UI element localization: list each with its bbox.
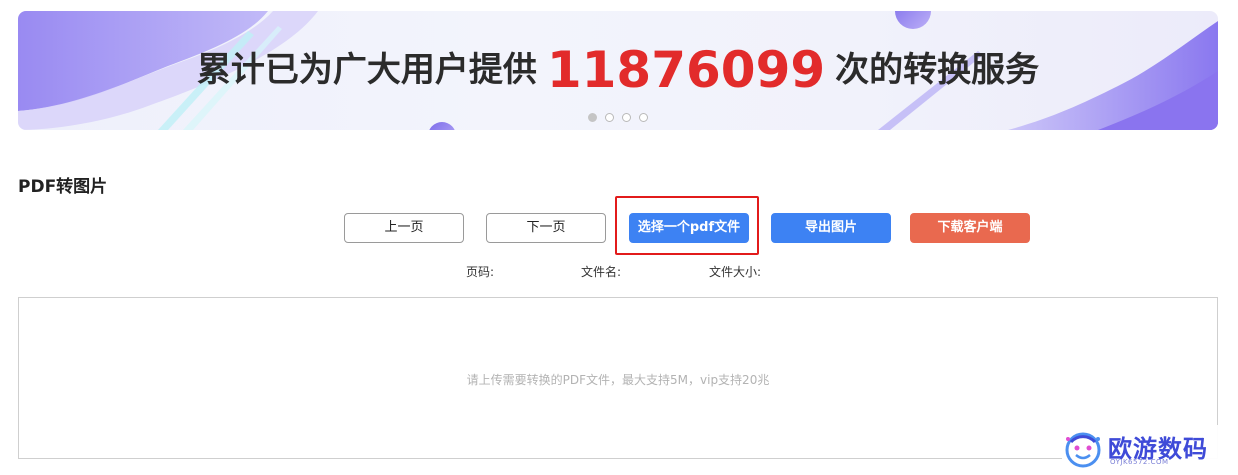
carousel-dots: [588, 113, 648, 122]
banner-headline-suffix: 次的转换服务: [835, 50, 1040, 90]
conversion-count: 11876099: [546, 41, 826, 99]
prev-page-button[interactable]: 上一页: [344, 213, 464, 243]
carousel-dot-2[interactable]: [605, 113, 614, 122]
upload-hint: 请上传需要转换的PDF文件，最大支持5M，vip支持20兆: [466, 373, 770, 387]
carousel-dot-1[interactable]: [588, 113, 597, 122]
promo-banner[interactable]: 累计已为广大用户提供 11876099 次的转换服务: [18, 11, 1218, 130]
next-page-button[interactable]: 下一页: [486, 213, 606, 243]
pdf-upload-area[interactable]: 请上传需要转换的PDF文件，最大支持5M，vip支持20兆: [18, 297, 1218, 459]
banner-headline-prefix: 累计已为广大用户提供: [196, 50, 537, 90]
filename-label: 文件名:: [581, 265, 622, 279]
banner-headline: 累计已为广大用户提供 11876099 次的转换服务: [18, 39, 1218, 101]
export-images-button[interactable]: 导出图片: [771, 213, 891, 243]
watermark-site: OYJK6572.COM: [1110, 458, 1169, 466]
watermark-logo-icon: [1065, 432, 1101, 468]
carousel-dot-4[interactable]: [639, 113, 648, 122]
filesize-label: 文件大小:: [709, 265, 762, 279]
download-client-button[interactable]: 下载客户端: [910, 213, 1030, 243]
site-watermark: 欧游数码 OYJK6572.COM: [1062, 425, 1238, 475]
carousel-dot-3[interactable]: [622, 113, 631, 122]
page-number-label: 页码:: [466, 265, 495, 279]
select-pdf-button[interactable]: 选择一个pdf文件: [629, 213, 749, 243]
page-title: PDF转图片: [18, 177, 108, 197]
